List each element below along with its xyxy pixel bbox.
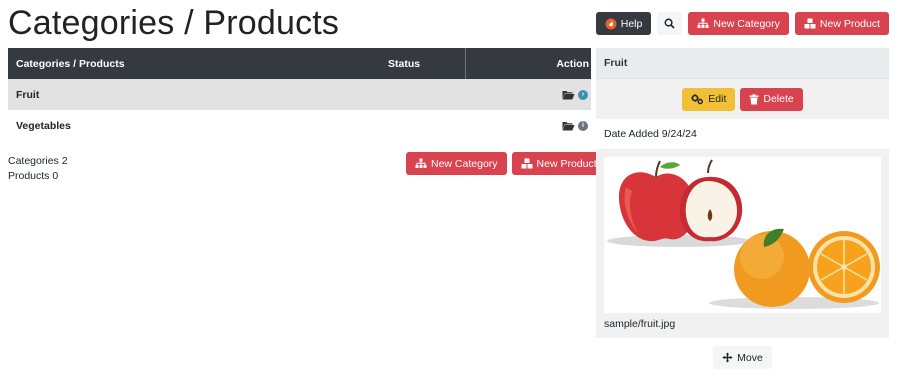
help-label: Help <box>620 17 643 30</box>
new-category-button[interactable]: New Category <box>688 12 789 35</box>
chevron-right-circle-icon[interactable]: › <box>578 89 588 100</box>
table-header: Categories / Products Status Action <box>8 48 591 79</box>
move-button[interactable]: Move <box>713 346 772 369</box>
delete-button[interactable]: Delete <box>740 87 803 111</box>
header-action: Action <box>556 57 589 70</box>
boxes-icon <box>804 18 816 29</box>
gears-icon <box>691 93 704 105</box>
flame-icon <box>605 18 617 30</box>
products-count: Products 0 <box>8 170 59 182</box>
summary: Categories 2 Products 0 <box>8 154 68 184</box>
categories-count: Categories 2 <box>8 155 68 167</box>
edit-label: Edit <box>708 93 727 105</box>
row-name: Vegetables <box>16 119 71 132</box>
table-row-vegetables[interactable]: Vegetables i <box>8 110 591 141</box>
header-divider <box>465 48 466 79</box>
folder-open-icon[interactable] <box>562 121 575 131</box>
image-container: sample/fruit.jpg <box>596 149 889 338</box>
date-added: Date Added 9/24/24 <box>604 128 697 140</box>
new-product-label: New Product <box>819 17 880 30</box>
boxes-icon <box>521 158 533 169</box>
detail-title: Fruit <box>596 48 889 79</box>
search-button[interactable] <box>657 12 683 35</box>
move-wrap: Move <box>596 346 889 369</box>
categories-table: Categories / Products Status Action Frui… <box>8 48 591 141</box>
sitemap-icon <box>415 158 427 169</box>
new-product-button[interactable]: New Product <box>794 12 889 35</box>
new-product-label: New Product <box>536 157 597 170</box>
help-button[interactable]: Help <box>595 12 652 35</box>
top-toolbar: Help New Category New Product <box>595 12 889 35</box>
new-category-label: New Category <box>431 157 498 170</box>
arrows-move-icon <box>722 352 733 363</box>
bottom-toolbar: New Category New Product <box>406 152 606 175</box>
folder-open-icon[interactable] <box>562 90 575 100</box>
header-status: Status <box>388 57 421 70</box>
table-row-fruit[interactable]: Fruit › <box>8 79 591 110</box>
page-title: Categories / Products <box>8 4 340 42</box>
row-actions: i <box>562 120 588 131</box>
detail-panel: Fruit Edit Delete Date Added 9/24/24 sam… <box>596 48 889 369</box>
edit-button[interactable]: Edit <box>682 87 736 111</box>
fruit-image[interactable] <box>604 157 881 313</box>
delete-label: Delete <box>763 93 794 105</box>
trash-icon <box>749 93 759 105</box>
move-label: Move <box>737 351 763 364</box>
new-category-button-bottom[interactable]: New Category <box>406 152 507 175</box>
sitemap-icon <box>697 18 709 29</box>
info-circle-icon[interactable]: i <box>578 120 588 131</box>
detail-actions: Edit Delete <box>596 79 889 119</box>
row-actions: › <box>562 89 588 100</box>
row-name: Fruit <box>16 88 40 101</box>
new-product-button-bottom[interactable]: New Product <box>511 152 606 175</box>
image-caption: sample/fruit.jpg <box>604 318 676 330</box>
new-category-label: New Category <box>713 17 780 30</box>
search-icon <box>664 18 676 29</box>
header-name: Categories / Products <box>16 57 125 70</box>
